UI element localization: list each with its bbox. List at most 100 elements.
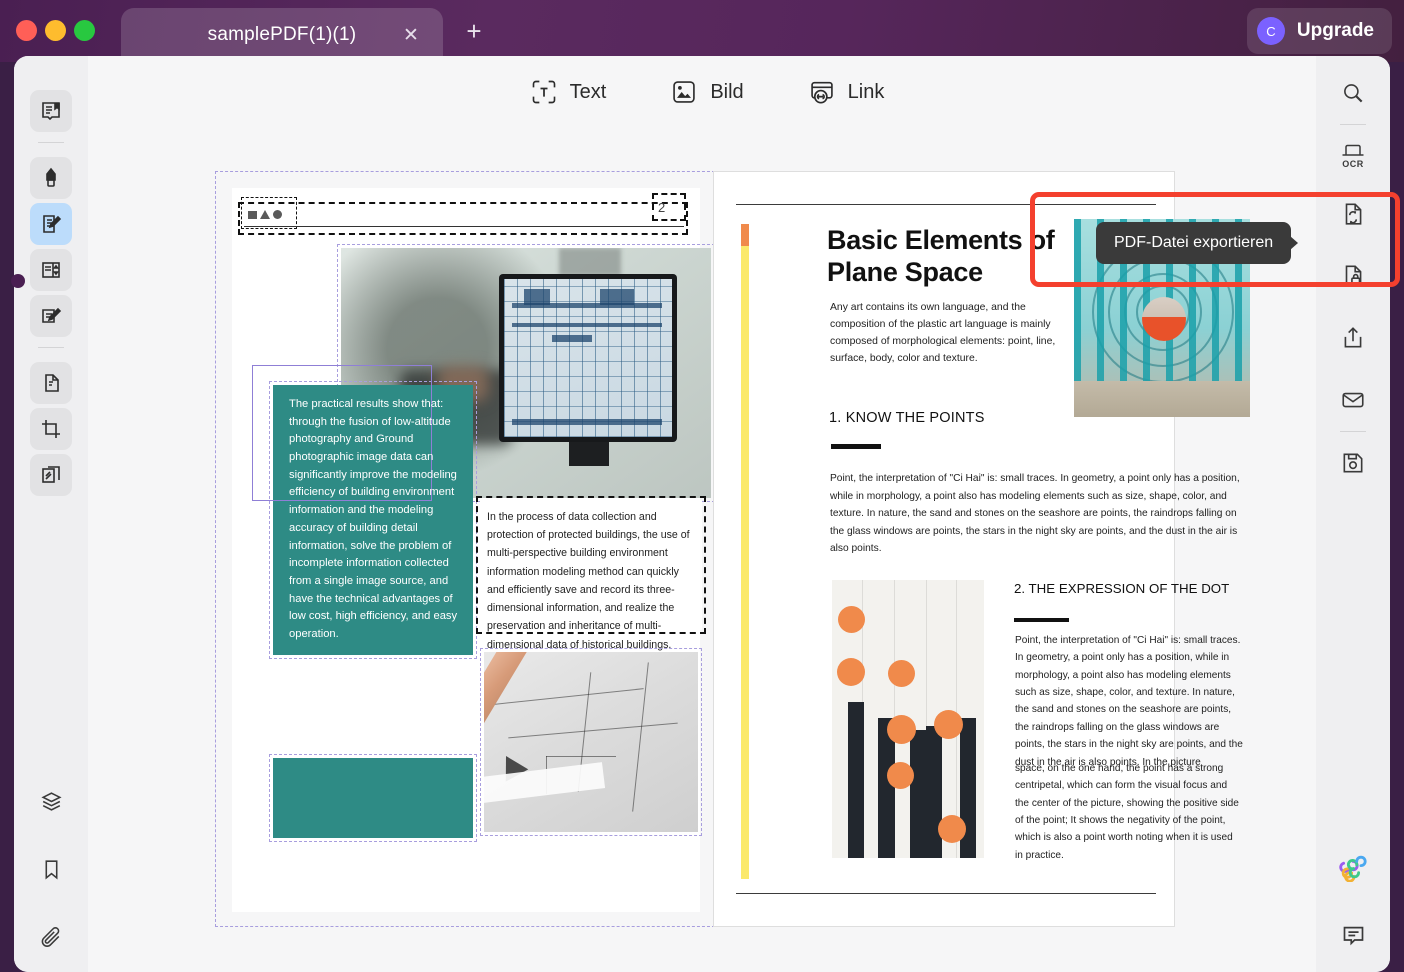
triangle-icon [260,210,270,219]
body-paragraph-1: Point, the interpretation of "Ci Hai" is… [830,473,1240,555]
pencil-body [484,652,529,768]
image-detail [848,702,864,858]
page-number: 2 [658,200,666,215]
share-button[interactable] [1332,317,1374,359]
divider [38,347,64,348]
upgrade-button[interactable]: C Upgrade [1246,8,1392,54]
export-pdf-button[interactable] [1332,193,1374,235]
sidebar-item-highlighter[interactable] [30,157,72,199]
image-detail [926,726,942,858]
plus-icon[interactable]: + [462,18,486,44]
image-detail [1142,297,1186,341]
sidebar-item-compare-pages[interactable] [30,454,72,496]
ocr-label: OCR [1342,159,1364,169]
crop-icon [42,420,60,438]
image-detail [934,710,963,739]
sidebar-item-annotate[interactable] [30,295,72,337]
search-button[interactable] [1332,72,1374,114]
maximize-window-button[interactable] [74,20,95,41]
compare-pages-icon [42,466,60,483]
export-pdf-icon [1345,203,1362,225]
sidebar-item-bookmark[interactable] [30,848,72,890]
comment-button[interactable] [1332,914,1374,956]
image-detail [838,606,865,633]
dots-artwork-image[interactable] [832,580,984,858]
body-paragraph-3: space, on the one hand, the point has a … [1015,763,1239,861]
image-detail [1074,381,1250,417]
save-button[interactable] [1332,442,1374,484]
tab-title: samplePDF(1)(1) [207,24,357,45]
sidebar-item-page-panel[interactable] [30,249,72,291]
search-icon [1344,84,1363,103]
tooltip-text: PDF-Datei exportieren [1114,234,1274,251]
page-rule-top [736,204,1156,205]
image-detail [887,762,914,789]
protect-document-button[interactable] [1332,255,1374,297]
image-detail [837,658,865,686]
monitor-stand [569,442,609,466]
upgrade-label: Upgrade [1296,20,1374,41]
sidebar-item-edit-text[interactable] [30,203,72,245]
sidebar-item-attachment[interactable] [30,916,72,958]
layers-icon [40,791,62,811]
organize-pages-icon [45,374,59,392]
annotate-icon [42,307,62,323]
close-window-button[interactable] [16,20,37,41]
avatar: C [1256,17,1285,45]
left-toolbar [11,56,88,972]
bim-block [600,289,634,305]
highlighter-icon [46,167,56,187]
header-shapes [248,210,282,219]
page-surface: 2 The practical results show that: throu… [232,188,715,912]
reader-view-icon [42,102,60,121]
right-toolbar: OCR [1316,56,1390,972]
sidebar-item-layers[interactable] [30,780,72,822]
sidebar-item-organize-pages[interactable] [30,362,72,404]
ai-assistant-button[interactable] [1332,846,1374,888]
tooltip: PDF-Datei exportieren [1096,222,1292,264]
edit-text-icon [43,215,62,233]
ai-assistant-icon [1339,855,1367,882]
email-icon [1342,392,1364,408]
close-icon[interactable]: ✕ [401,25,421,45]
window-controls [16,20,95,41]
editable-page[interactable]: 2 The practical results show that: throu… [215,171,715,927]
title-bar: samplePDF(1)(1) ✕ + C Upgrade [0,0,1404,62]
comment-icon [1343,926,1363,945]
bim-beam [512,419,662,425]
attachment-icon [41,926,59,947]
divider [38,142,64,143]
active-tool-marker [11,274,25,288]
tool-image-button[interactable]: Bild [670,78,744,106]
image-detail [494,688,644,705]
heading-underline [1014,618,1069,622]
email-button[interactable] [1332,379,1374,421]
circle-icon [273,210,282,219]
link-tool-icon [810,81,833,104]
preview-page[interactable]: Basic Elements of Plane Space Any art co… [713,171,1250,927]
edit-toolbar: Text Bild Link [88,56,1326,128]
ocr-button[interactable]: OCR [1332,135,1374,177]
protect-document-icon [1345,265,1362,287]
sidebar-item-crop[interactable] [30,408,72,450]
yellow-accent-strip [741,224,749,879]
bim-block [552,335,592,342]
section-heading-2: 2. THE EXPRESSION OF THE DOT [1014,581,1230,596]
tool-text-button[interactable]: Text [530,78,606,106]
body-paragraph-2: Point, the interpretation of "Ci Hai" is… [1015,635,1243,768]
sidebar-item-reader-view[interactable] [30,90,72,132]
bim-block [524,289,550,305]
page-panel-icon [42,262,60,278]
bookmark-icon [45,859,57,879]
teal-block[interactable] [273,758,473,838]
monitor-screen [504,279,672,437]
blueprint-image[interactable] [484,652,698,832]
tool-link-button[interactable]: Link [808,78,884,106]
image-tool-icon [673,81,696,103]
white-box-text: In the process of data collection and pr… [487,511,690,651]
header-text-box[interactable] [238,202,688,235]
document-tab[interactable]: samplePDF(1)(1) ✕ [121,8,443,62]
save-icon [1343,453,1363,473]
minimize-window-button[interactable] [45,20,66,41]
bim-beam [512,323,662,327]
